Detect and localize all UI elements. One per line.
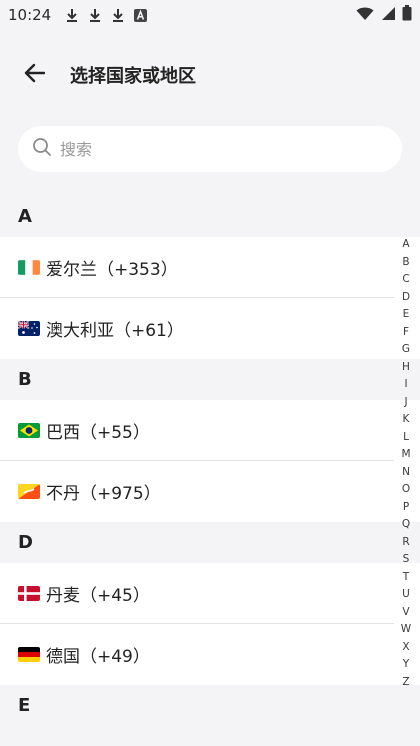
alphabet-index-letter[interactable]: B [402, 254, 409, 272]
back-arrow-icon [23, 63, 46, 87]
signal-icon [380, 6, 396, 25]
bhutan-flag-icon [18, 484, 40, 499]
country-label: 巴西（+55） [46, 423, 150, 443]
search-input[interactable] [58, 138, 362, 160]
country-label: 不丹（+975） [46, 484, 161, 504]
alphabet-index-letter[interactable]: H [402, 359, 410, 377]
alphabet-index-letter[interactable]: Z [402, 674, 409, 692]
alphabet-index-letter[interactable]: Q [402, 516, 410, 534]
alphabet-index[interactable]: ABCDEFGHIJKLMNOPQRSTUVWXYZ [398, 236, 414, 691]
country-label: 丹麦（+45） [46, 586, 150, 606]
download-icon [111, 8, 125, 23]
country-row-denmark[interactable]: 丹麦（+45） [0, 563, 420, 624]
country-label: 爱尔兰（+353） [46, 260, 178, 280]
a-badge-icon [134, 8, 148, 22]
country-row-ireland[interactable]: 爱尔兰（+353） [0, 237, 420, 298]
australia-flag-icon [18, 321, 40, 336]
alphabet-index-letter[interactable]: D [402, 289, 410, 307]
alphabet-index-letter[interactable]: P [403, 499, 409, 517]
alphabet-index-letter[interactable]: E [403, 306, 410, 324]
alphabet-index-letter[interactable]: Y [403, 656, 409, 674]
status-time: 10:24 [8, 6, 52, 24]
alphabet-index-letter[interactable]: C [402, 271, 409, 289]
alphabet-index-letter[interactable]: K [403, 411, 410, 429]
section-header-a: A [0, 196, 420, 237]
section-header-e: E [0, 685, 420, 726]
alphabet-index-letter[interactable]: W [401, 621, 411, 639]
country-row-australia[interactable]: 澳大利亚（+61） [0, 298, 420, 359]
app-header: 选择国家或地区 [0, 50, 420, 100]
country-label: 德国（+49） [46, 647, 150, 667]
status-icons-left [65, 8, 148, 23]
alphabet-index-letter[interactable]: G [402, 341, 410, 359]
status-bar: 10:24 [0, 0, 420, 30]
status-icons-right [356, 5, 412, 25]
germany-flag-icon [18, 647, 40, 662]
country-label: 澳大利亚（+61） [46, 321, 184, 341]
ireland-flag-icon [18, 260, 40, 275]
alphabet-index-letter[interactable]: R [402, 534, 409, 552]
country-row-bhutan[interactable]: 不丹（+975） [0, 461, 420, 522]
section-header-b: B [0, 359, 420, 400]
alphabet-index-letter[interactable]: J [404, 394, 407, 412]
page-title: 选择国家或地区 [70, 66, 196, 87]
search-icon [32, 137, 52, 161]
download-icon [88, 8, 102, 23]
alphabet-index-letter[interactable]: I [404, 376, 407, 394]
alphabet-index-letter[interactable]: V [402, 604, 409, 622]
alphabet-index-letter[interactable]: M [401, 446, 410, 464]
alphabet-index-letter[interactable]: N [402, 464, 410, 482]
alphabet-index-letter[interactable]: U [402, 586, 410, 604]
brazil-flag-icon [18, 423, 40, 438]
country-row-germany[interactable]: 德国（+49） [0, 624, 420, 685]
download-icon [65, 8, 79, 23]
alphabet-index-letter[interactable]: T [403, 569, 409, 587]
alphabet-index-letter[interactable]: L [403, 429, 409, 447]
battery-icon [402, 5, 412, 25]
denmark-flag-icon [18, 586, 40, 601]
alphabet-index-letter[interactable]: X [402, 639, 409, 657]
back-button[interactable] [14, 55, 54, 95]
alphabet-index-letter[interactable]: F [403, 324, 409, 342]
alphabet-index-letter[interactable]: O [402, 481, 410, 499]
search-bar[interactable] [18, 126, 402, 172]
country-list: A 爱尔兰（+353） 澳大利亚（+61） B 巴西（+55） 不丹（+975）… [0, 196, 420, 726]
alphabet-index-letter[interactable]: A [402, 236, 409, 254]
alphabet-index-letter[interactable]: S [403, 551, 410, 569]
section-header-d: D [0, 522, 420, 563]
wifi-icon [356, 6, 374, 25]
country-row-brazil[interactable]: 巴西（+55） [0, 400, 420, 461]
